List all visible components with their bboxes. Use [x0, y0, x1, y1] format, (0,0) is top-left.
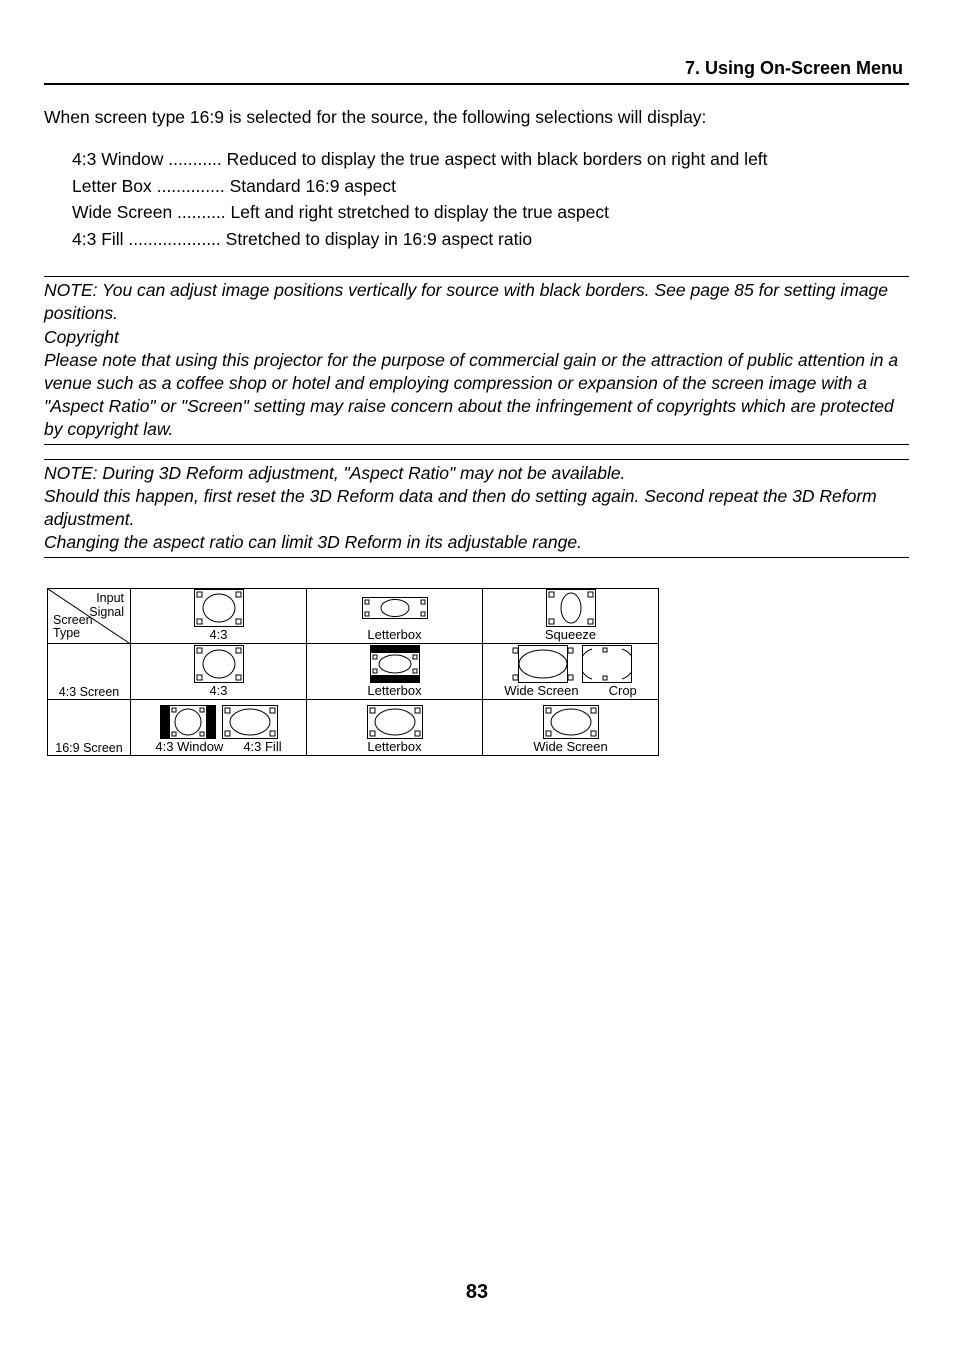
note-text: NOTE: During 3D Reform adjustment, "Aspe… [44, 462, 909, 485]
def-desc: Left and right stretched to display the … [231, 202, 609, 222]
def-term: Letter Box [72, 176, 152, 196]
cell-label: Letterbox [367, 740, 421, 753]
def-dots: ................... [124, 229, 226, 249]
corner-top-label: Input Signal [89, 592, 124, 618]
col-header-label: 4:3 [209, 628, 227, 641]
col-header: Squeeze [483, 588, 659, 644]
col-header: 4:3 [131, 588, 307, 644]
table-cell: Wide Screen [483, 700, 659, 756]
table-cell: 4:3 Window 4:3 Fill [131, 700, 307, 756]
note-text: Please note that using this projector fo… [44, 349, 909, 441]
cell-label: 4:3 [209, 684, 227, 697]
corner-bottom-label: Screen Type [53, 614, 93, 640]
col-header-label: Squeeze [545, 628, 596, 641]
def-desc: Reduced to display the true aspect with … [227, 149, 768, 169]
cell-label: Wide Screen [533, 740, 607, 753]
screen-icon [370, 645, 420, 683]
note-subhead: Copyright [44, 326, 909, 349]
cell-label: Letterbox [367, 684, 421, 697]
table-corner-cell: Input Signal Screen Type [47, 588, 131, 644]
screen-icon [362, 589, 428, 627]
page-number: 83 [0, 1281, 954, 1304]
definition-list: 4:3 Window ........... Reduced to displa… [72, 146, 909, 252]
screen-icon [543, 705, 599, 739]
def-dots: ........... [163, 149, 226, 169]
def-desc: Standard 16:9 aspect [230, 176, 396, 196]
table-cell: 4:3 [131, 644, 307, 700]
note-block-2: NOTE: During 3D Reform adjustment, "Aspe… [44, 459, 909, 558]
col-header: Letterbox [307, 588, 483, 644]
aspect-ratio-table: Input Signal Screen Type 4:3 [47, 588, 659, 756]
def-term: 4:3 Fill [72, 229, 124, 249]
screen-icon [222, 705, 278, 739]
cell-label: 4:3 Fill [243, 740, 281, 753]
table-cell: Letterbox [307, 700, 483, 756]
screen-icon [582, 645, 632, 683]
table-cell: Letterbox [307, 644, 483, 700]
def-dots: .......... [172, 202, 230, 222]
row-header-label: 16:9 Screen [55, 742, 122, 755]
screen-icon [367, 705, 423, 739]
def-desc: Stretched to display in 16:9 aspect rati… [226, 229, 532, 249]
note-text: Should this happen, first reset the 3D R… [44, 485, 909, 531]
note-text: Changing the aspect ratio can limit 3D R… [44, 531, 909, 554]
def-dots: .............. [152, 176, 230, 196]
cell-label: Wide Screen [504, 684, 578, 697]
def-term: 4:3 Window [72, 149, 163, 169]
cell-label: Crop [609, 684, 637, 697]
def-term: Wide Screen [72, 202, 172, 222]
cell-label: 4:3 Window [155, 740, 223, 753]
chapter-header: 7. Using On-Screen Menu [44, 58, 909, 85]
table-cell: Wide Screen Crop [483, 644, 659, 700]
screen-icon [546, 589, 596, 627]
screen-icon [160, 705, 216, 739]
screen-icon [194, 645, 244, 683]
row-header: 4:3 Screen [47, 644, 131, 700]
row-header: 16:9 Screen [47, 700, 131, 756]
note-text: NOTE: You can adjust image positions ver… [44, 279, 909, 325]
col-header-label: Letterbox [367, 628, 421, 641]
screen-icon [510, 645, 576, 683]
intro-text: When screen type 16:9 is selected for th… [44, 107, 909, 128]
note-block-1: NOTE: You can adjust image positions ver… [44, 276, 909, 445]
screen-icon [194, 589, 244, 627]
row-header-label: 4:3 Screen [59, 686, 119, 699]
